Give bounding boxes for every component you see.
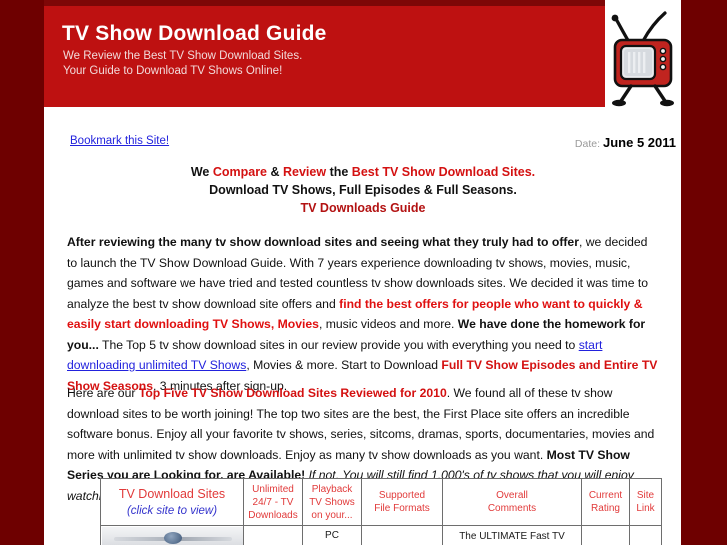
headline-line-1: We Compare & Review the Best TV Show Dow… [64,163,662,181]
header-cell-rating: Current Rating [581,478,630,526]
header-playback-l2: TV Shows [309,496,355,508]
cell-site-thumbnail[interactable] [100,525,244,545]
date-label: Date: [574,138,600,150]
comparison-table-head: TV Download Sites (click site to view) U… [100,478,662,526]
headline-line-3: TV Downloads Guide [300,201,426,215]
header-cell-comments: Overall Comments [442,478,582,526]
header-unlimited-l3: Downloads [248,509,298,521]
site-title: TV Show Download Guide [62,22,327,45]
header-comments-l1: Overall [496,490,528,501]
comparison-table-body: PC The ULTIMATE Fast TV [100,525,662,545]
table-row[interactable]: PC The ULTIMATE Fast TV [100,525,662,545]
header-formats-l2: File Formats [374,503,430,514]
retro-tv-icon [611,11,674,107]
headline-l1-a: We [190,165,213,179]
headline-l1-best-sites: Best TV Show Download Sites. [351,165,536,179]
headline-line-2: Download TV Shows, Full Episodes & Full … [209,183,517,197]
intro-paragraph: After reviewing the many tv show downloa… [67,232,660,396]
header-cell-site: TV Download Sites (click site to view) [100,478,244,526]
site-tagline-1: We Review the Best TV Show Download Site… [63,50,303,62]
header-cell-playback: Playback TV Shows on your... [302,478,362,526]
header-cell-unlimited: Unlimited 24/7 - TV Downloads [243,478,303,526]
header-link-l1: Site [636,490,655,501]
header-comments-l2: Comments [487,503,537,514]
cell-unlimited [243,525,303,545]
p1-text-b: , music videos and more. [318,317,458,331]
headline-l1-review: Review [283,165,327,179]
header-cell-formats: Supported File Formats [361,478,443,526]
cell-formats [361,525,443,545]
header-site-sub: (click site to view) [126,504,218,517]
p1-lead-bold: After reviewing the many tv show downloa… [67,235,579,249]
p1-text-c: The Top 5 tv show download sites in our … [98,337,579,352]
bookmark-site-link[interactable]: Bookmark this Site! [70,135,169,147]
header-rating-l2: Rating [591,503,620,514]
headline-l1-e: the [326,165,352,179]
cell-comments: The ULTIMATE Fast TV [442,525,582,545]
p1-text-d: , Movies & more. Start to Download [246,358,442,372]
headline-l1-compare: Compare [212,165,268,179]
header-cell-link: Site Link [629,478,662,526]
page-headline: We Compare & Review the Best TV Show Dow… [64,163,662,217]
date-value: June 5 2011 [603,135,676,150]
header-unlimited-l2: 24/7 - TV [252,496,294,508]
airplane-thumbnail[interactable] [101,527,243,545]
header-site-main: TV Download Sites [118,486,226,501]
site-tagline-2: Your Guide to Download TV Shows Online! [63,65,283,77]
comparison-table: TV Download Sites (click site to view) U… [100,478,662,545]
headline-l1-c: & [267,165,283,179]
header-rating-l1: Current [588,490,623,501]
table-header-row: TV Download Sites (click site to view) U… [100,478,662,526]
p2-text-a: Here are our [67,386,139,400]
header-unlimited-l1: Unlimited [252,483,294,495]
page-root: TV Show Download Guide We Review the Bes… [0,0,727,545]
thumbnail-body [163,532,182,544]
cell-rating [581,525,630,545]
cell-playback: PC [302,525,362,545]
header-link-l2: Link [636,503,655,514]
header-playback-l3: on your... [311,509,353,521]
date-row: Date: June 5 2011 [575,134,676,152]
cell-site-link[interactable] [629,525,662,545]
header-playback-l1: Playback [311,483,353,495]
p2-top-five-bold: Top Five TV Show Download Sites Reviewed… [138,386,447,400]
header-formats-l1: Supported [378,490,426,501]
